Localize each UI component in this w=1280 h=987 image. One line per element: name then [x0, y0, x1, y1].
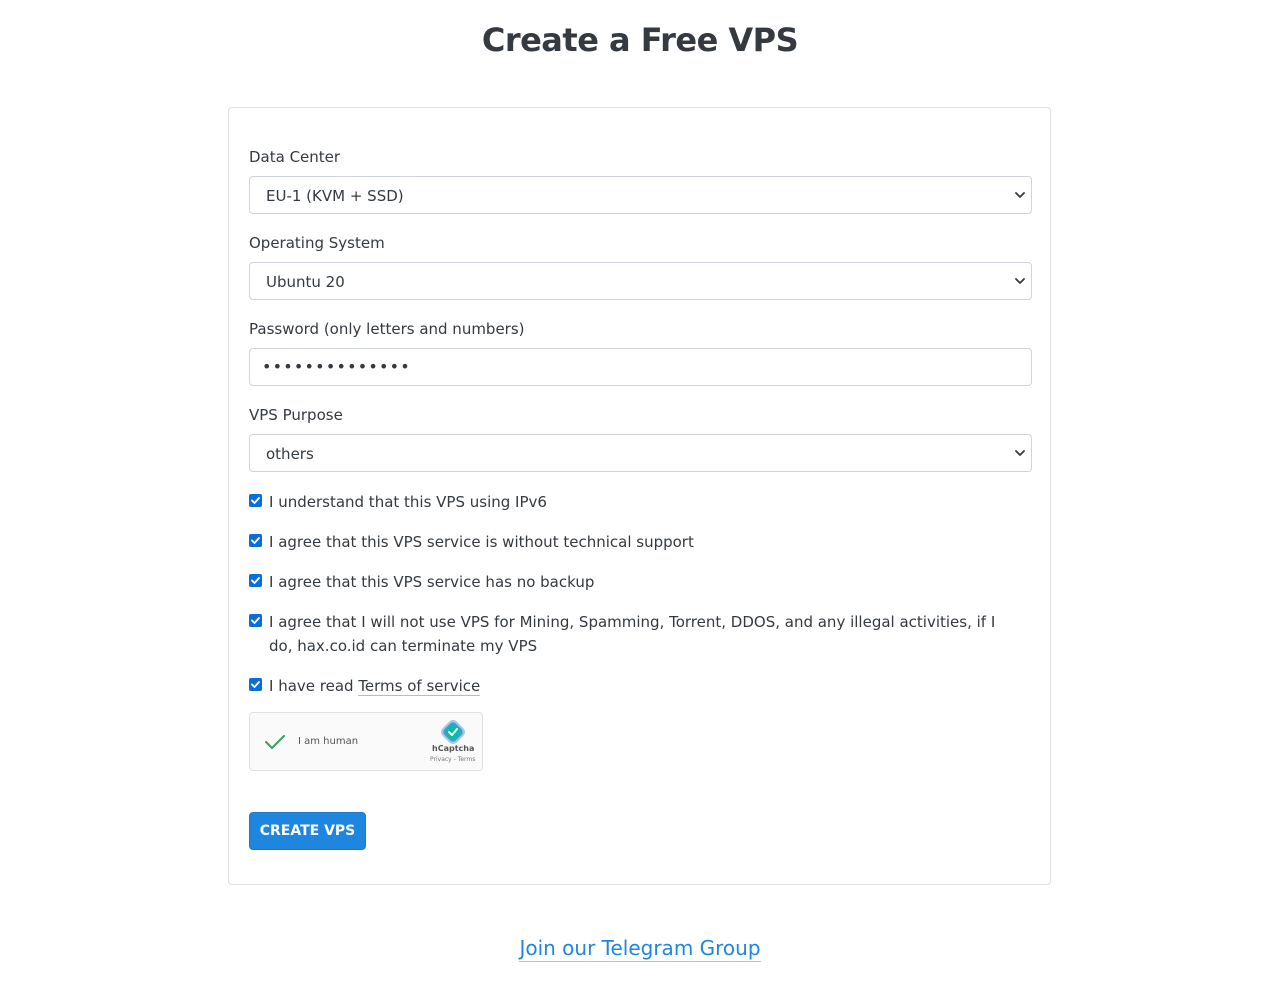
usage-policy-agreement-label: I agree that I will not use VPS for Mini… [269, 613, 996, 655]
ipv6-agreement-label: I understand that this VPS using IPv6 [269, 493, 547, 511]
terms-of-service-link[interactable]: Terms of service [358, 677, 481, 696]
tos-prefix: I have read [269, 677, 359, 695]
data-center-value: EU-1 (KVM + SSD) [266, 187, 404, 205]
password-value: •••••••••••••• [262, 357, 411, 376]
captcha-label: I am human [298, 736, 359, 747]
password-input[interactable]: •••••••••••••• [249, 348, 1032, 386]
captcha-widget: I am human hCaptcha Privacy - Terms [249, 712, 483, 771]
data-center-select[interactable]: EU-1 (KVM + SSD) [249, 176, 1032, 214]
telegram-link-container: Join our Telegram Group [0, 934, 1280, 962]
page: Create a Free VPS Data Center EU-1 (KVM … [0, 0, 1280, 987]
data-center-label: Data Center [249, 148, 341, 166]
checkmark-icon [251, 577, 260, 584]
checkmark-icon [251, 617, 260, 624]
create-vps-form: Data Center EU-1 (KVM + SSD) Operating S… [228, 107, 1051, 885]
captcha-checkmark-icon[interactable] [264, 733, 286, 751]
chevron-down-icon [1015, 278, 1025, 284]
tos-checkbox[interactable] [249, 678, 262, 691]
operating-system-select[interactable]: Ubuntu 20 [249, 262, 1032, 300]
password-label: Password (only letters and numbers) [249, 320, 525, 338]
operating-system-label: Operating System [249, 234, 385, 252]
hcaptcha-logo-icon [440, 719, 466, 745]
checkmark-icon [251, 537, 260, 544]
ipv6-checkbox[interactable] [249, 494, 262, 507]
vps-purpose-select[interactable]: others [249, 434, 1032, 472]
usage-policy-checkbox[interactable] [249, 614, 262, 627]
checkmark-icon [251, 681, 260, 688]
tos-agreement-label: I have read Terms of service [269, 674, 1009, 698]
telegram-group-link[interactable]: Join our Telegram Group [519, 936, 761, 962]
captcha-brand: hCaptcha [432, 744, 475, 753]
operating-system-value: Ubuntu 20 [266, 273, 345, 291]
support-agreement-label: I agree that this VPS service is without… [269, 533, 694, 551]
backup-checkbox[interactable] [249, 574, 262, 587]
vps-purpose-value: others [266, 445, 314, 463]
create-vps-button[interactable]: CREATE VPS [249, 812, 366, 850]
page-title: Create a Free VPS [481, 21, 799, 59]
chevron-down-icon [1015, 450, 1025, 456]
support-checkbox[interactable] [249, 534, 262, 547]
chevron-down-icon [1015, 192, 1025, 198]
vps-purpose-label: VPS Purpose [249, 406, 343, 424]
captcha-privacy-terms[interactable]: Privacy - Terms [430, 756, 475, 764]
backup-agreement-label: I agree that this VPS service has no bac… [269, 573, 595, 591]
checkmark-icon [251, 497, 260, 504]
